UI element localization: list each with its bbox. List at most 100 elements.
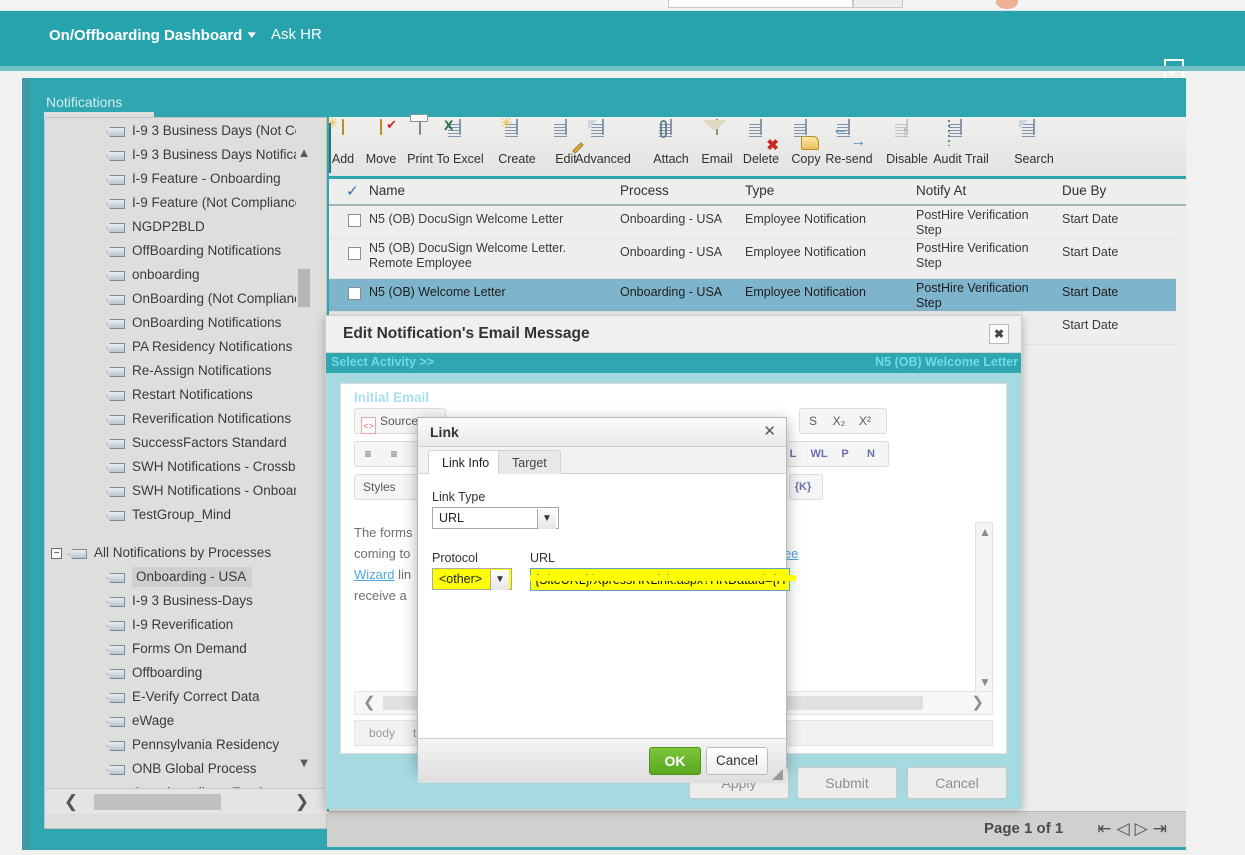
link-type-select[interactable]: URL ▼ [432, 507, 559, 529]
scroll-right-icon[interactable]: ❯ [291, 791, 313, 813]
tree-item[interactable]: I-9 Reverification [46, 613, 311, 637]
wizard-link[interactable]: Wizard [354, 567, 394, 582]
nav-ask-hr[interactable]: Ask HR [271, 25, 322, 45]
first-page-icon[interactable]: ⇤ [1097, 819, 1116, 838]
tree-item[interactable]: TestGroup_Mind [46, 503, 311, 527]
scroll-left-icon[interactable]: ❮ [363, 693, 376, 711]
source-button[interactable]: <> Source [355, 409, 424, 434]
toolbar-disable-button[interactable]: ↑ Disable [876, 119, 938, 166]
tree-item[interactable]: PA Residency Notifications [46, 335, 311, 359]
toolbar-re-send-button[interactable]: ← → Re-send [818, 119, 880, 166]
notification-groups-tree: I-9 3 Business Days (Not Compliance) - .… [44, 117, 327, 829]
link-p-icon[interactable]: P [832, 442, 858, 466]
tree-item[interactable]: E-Verify Correct Data [46, 685, 311, 709]
last-page-icon[interactable]: ⇥ [1153, 819, 1172, 838]
tree-item[interactable]: OnBoarding (Not Compliance) [46, 287, 311, 311]
tree-item[interactable]: Reverification Notifications [46, 407, 311, 431]
tree-item[interactable]: eWage [46, 709, 311, 733]
tree-item[interactable]: SWH Notifications - Onboarding [46, 479, 311, 503]
table-row[interactable]: N5 (OB) Welcome Letter Onboarding - USA Em… [329, 279, 1186, 312]
tree-item[interactable]: Pennsylvania Residency [46, 733, 311, 757]
column-header-type[interactable]: Type [745, 183, 774, 198]
nav-on-offboarding-dashboard[interactable]: On/Offboarding Dashboard ▾ [49, 25, 256, 46]
tab-link-info[interactable]: Link Info [428, 450, 504, 475]
cancel-button[interactable]: Cancel [706, 747, 768, 775]
submit-button[interactable]: Submit [797, 767, 897, 799]
tree-item[interactable]: Offboarding [46, 661, 311, 685]
table-row[interactable]: N5 (OB) DocuSign Welcome Letter Onboardin… [329, 206, 1186, 239]
chevron-down-icon[interactable]: ▼ [490, 570, 509, 590]
tab-target[interactable]: Target [498, 450, 561, 475]
prev-page-icon[interactable]: ◁ [1117, 819, 1135, 838]
tree-item[interactable]: NGDP2BLD [46, 215, 311, 239]
toolbar-search-button[interactable]: Search [1003, 119, 1065, 166]
tree-item[interactable]: Restart Notifications [46, 383, 311, 407]
tree-item[interactable]: onboarding [46, 263, 311, 287]
scroll-left-icon[interactable]: ❮ [60, 791, 82, 813]
tree-horizontal-scrollbar[interactable]: ❮ ❯ [46, 788, 327, 814]
tree-item[interactable]: ONB Global Process [46, 757, 311, 781]
scroll-up-icon[interactable]: ▲ [979, 525, 991, 539]
tree-item[interactable]: I-9 3 Business-Days [46, 589, 311, 613]
resize-grip-icon[interactable] [772, 769, 783, 780]
toolbar-to-excel-button[interactable]: X To Excel [429, 118, 491, 166]
select-activity-link[interactable]: Select Activity >> [331, 355, 434, 369]
scroll-right-icon[interactable]: ❯ [971, 693, 984, 711]
avatar[interactable] [996, 0, 1018, 9]
cancel-button[interactable]: Cancel [907, 767, 1007, 799]
tree-collapse-icon[interactable]: − [51, 548, 62, 559]
row-checkbox[interactable] [348, 247, 361, 260]
tree-vertical-scrollbar[interactable]: ▲ ▼ [296, 119, 312, 789]
tree-vscroll-thumb[interactable] [298, 269, 310, 307]
tree-item[interactable]: − All Notifications by Processes [46, 541, 311, 565]
token-icon[interactable]: {K} [790, 475, 816, 499]
link-n-icon[interactable]: N [858, 442, 884, 466]
tree-item[interactable]: Onboarding - USA [46, 565, 311, 589]
tree-item[interactable]: I-9 3 Business Days (Not Compliance) - .… [46, 119, 311, 143]
toolbar-advanced-button[interactable]: Advanced [572, 119, 634, 166]
table-row[interactable]: N5 (OB) DocuSign Welcome Letter. Remote … [329, 239, 1186, 279]
next-page-icon[interactable]: ▷ [1135, 819, 1153, 838]
subscript-icon[interactable]: X₂ [826, 409, 852, 433]
pager-nav[interactable]: ⇤◁▷⇥ [1097, 819, 1172, 839]
tree-item-label: All Notifications by Processes [94, 545, 272, 560]
tree-item[interactable]: SuccessFactors Standard [46, 431, 311, 455]
column-header-due-by[interactable]: Due By [1062, 183, 1106, 198]
toolbar-audit-trail-button[interactable]: Audit Trail [930, 119, 992, 166]
close-icon[interactable]: ✖ [989, 324, 1009, 344]
scroll-down-icon[interactable]: ▼ [979, 675, 991, 689]
numbered-list-icon[interactable]: ≡ [355, 442, 381, 466]
path-item-body[interactable]: body [369, 726, 395, 740]
styles-dropdown[interactable]: Styles [354, 474, 420, 500]
protocol-select[interactable]: <other> ▼ [432, 568, 512, 590]
tree-item[interactable]: OffBoarding Notifications [46, 239, 311, 263]
editor-vertical-scrollbar[interactable]: ▲ ▼ [975, 522, 993, 692]
tree-hscroll-thumb[interactable] [94, 794, 221, 810]
column-header-process[interactable]: Process [620, 183, 669, 198]
global-search-input[interactable] [668, 0, 853, 8]
tree-item[interactable]: I-9 Feature - Onboarding [46, 167, 311, 191]
superscript-icon[interactable]: X² [852, 409, 878, 433]
ok-button[interactable]: OK [649, 747, 701, 775]
tree-item[interactable]: Forms On Demand [46, 637, 311, 661]
grid-vertical-scrollbar[interactable] [1176, 209, 1186, 811]
column-header-name[interactable]: Name [369, 183, 405, 198]
select-all-checkmark-icon[interactable]: ✓ [346, 182, 359, 200]
global-search-button[interactable] [853, 0, 903, 8]
chevron-down-icon[interactable]: ▼ [537, 509, 556, 529]
column-header-notify-at[interactable]: Notify At [916, 183, 966, 198]
strikethrough-icon[interactable]: S [800, 409, 826, 433]
close-icon[interactable]: ✕ [763, 422, 776, 440]
scroll-down-icon[interactable]: ▼ [296, 755, 312, 771]
tree-item[interactable]: I-9 Feature (Not Compliance) - On... [46, 191, 311, 215]
bulleted-list-icon[interactable]: ≡ [381, 442, 407, 466]
tree-item[interactable]: I-9 3 Business Days Notifications [46, 143, 311, 167]
row-checkbox[interactable] [348, 287, 361, 300]
row-checkbox[interactable] [348, 214, 361, 227]
scroll-up-icon[interactable]: ▲ [296, 145, 312, 161]
tree-item[interactable]: Re-Assign Notifications [46, 359, 311, 383]
link-wl-icon[interactable]: WL [806, 442, 832, 466]
tree-item[interactable]: SWH Notifications - Crossboardi... [46, 455, 311, 479]
tree-scroll-area[interactable]: I-9 3 Business Days (Not Compliance) - .… [46, 119, 311, 789]
tree-item[interactable]: OnBoarding Notifications [46, 311, 311, 335]
